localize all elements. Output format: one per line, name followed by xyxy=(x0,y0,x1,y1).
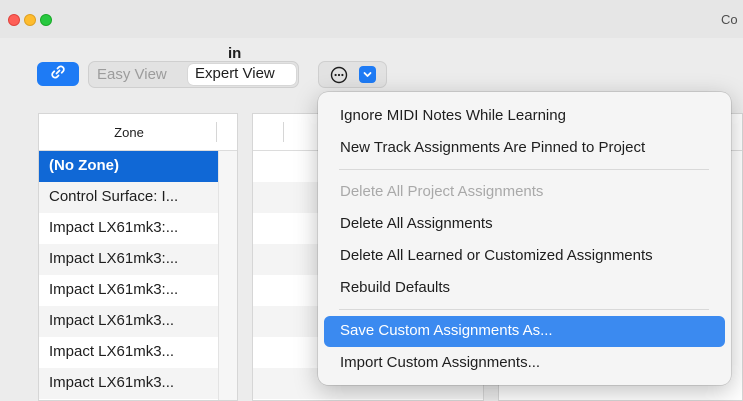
chevron-down-icon xyxy=(359,66,376,83)
inspector-partial-label: in xyxy=(228,45,242,62)
zone-row[interactable]: Impact LX61mk3:... xyxy=(39,275,218,306)
zone-row[interactable]: (No Zone) xyxy=(39,151,218,182)
more-options-menu: Ignore MIDI Notes While Learning New Tra… xyxy=(318,92,731,385)
zone-row[interactable]: Impact LX61mk3... xyxy=(39,337,218,368)
menu-item-import-custom-assignments[interactable]: Import Custom Assignments... xyxy=(324,348,725,379)
expert-view-tab[interactable]: Expert View xyxy=(188,64,296,85)
view-mode-segmented-control: Easy View Expert View xyxy=(88,61,299,88)
menu-item-delete-learned-assignments[interactable]: Delete All Learned or Customized Assignm… xyxy=(324,241,725,272)
easy-view-tab[interactable]: Easy View xyxy=(97,66,167,83)
zone-table: Zone (No Zone) Control Surface: I... Imp… xyxy=(38,113,238,401)
zone-row[interactable]: Impact LX61mk3... xyxy=(39,306,218,337)
title-bar: Co xyxy=(0,0,743,38)
menu-separator xyxy=(339,309,709,310)
zone-row[interactable]: Impact LX61mk3... xyxy=(39,368,218,399)
zone-row[interactable]: Control Surface: I... xyxy=(39,182,218,213)
zone-row[interactable]: Impact LX61mk3:... xyxy=(39,213,218,244)
zoom-window-button[interactable] xyxy=(40,14,52,26)
minimize-window-button[interactable] xyxy=(24,14,36,26)
link-icon xyxy=(49,63,67,86)
menu-item-pin-new-track-assignments[interactable]: New Track Assignments Are Pinned to Proj… xyxy=(324,133,725,164)
menu-item-rebuild-defaults[interactable]: Rebuild Defaults xyxy=(324,273,725,304)
close-window-button[interactable] xyxy=(8,14,20,26)
menu-item-delete-project-assignments: Delete All Project Assignments xyxy=(340,183,544,200)
menu-separator xyxy=(339,169,709,170)
menu-item-delete-all-assignments[interactable]: Delete All Assignments xyxy=(324,209,725,240)
link-button[interactable] xyxy=(37,62,79,86)
ellipsis-circle-icon xyxy=(330,66,348,89)
menu-item-save-custom-assignments[interactable]: Save Custom Assignments As... xyxy=(324,316,725,347)
zone-row[interactable]: Impact LX61mk3:... xyxy=(39,244,218,275)
zone-column-header[interactable]: Zone xyxy=(39,114,237,151)
zone-scroll-gutter xyxy=(218,151,237,400)
zone-list: (No Zone) Control Surface: I... Impact L… xyxy=(39,151,218,399)
more-options-button[interactable] xyxy=(318,61,387,88)
window-title: Co xyxy=(721,12,738,27)
menu-item-ignore-midi-notes[interactable]: Ignore MIDI Notes While Learning xyxy=(324,101,725,132)
